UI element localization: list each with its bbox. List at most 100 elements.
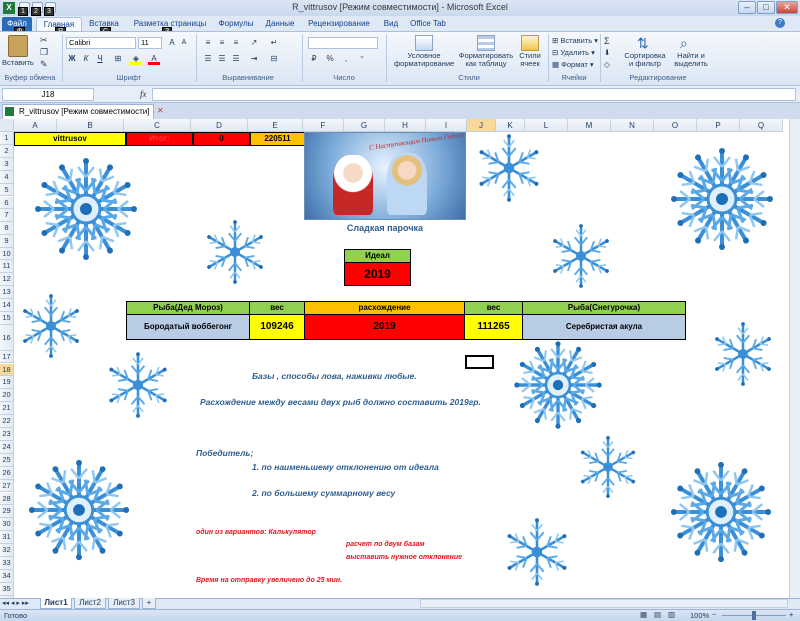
tab-data[interactable]: Данные <box>260 17 300 31</box>
column-header[interactable]: N <box>611 119 654 132</box>
align-center-icon[interactable]: ☰ <box>216 53 228 65</box>
minimize-button[interactable]: – <box>738 1 756 14</box>
ideal-label-cell[interactable]: Идеал <box>344 249 411 263</box>
delete-cells-button[interactable]: ⊟ Удалить ▾ <box>552 48 595 57</box>
underline-icon[interactable]: Ч <box>94 53 106 65</box>
paste-button[interactable]: Вставить <box>2 58 34 67</box>
row-header[interactable]: 33 <box>0 557 14 570</box>
sheet-tab-2[interactable]: Лист2 <box>74 598 106 609</box>
currency-icon[interactable]: ₽ <box>308 53 320 65</box>
bold-icon[interactable]: Ж <box>66 53 78 65</box>
ideal-value-cell[interactable]: 2019 <box>344 262 411 286</box>
format-cells-button[interactable]: ▦ Формат ▾ <box>552 60 594 69</box>
row-header[interactable]: 4 <box>0 170 14 184</box>
normal-view-icon[interactable]: ▦ <box>640 610 647 619</box>
tab-view[interactable]: Вид <box>378 17 404 31</box>
align-right-icon[interactable]: ☰ <box>230 53 242 65</box>
align-middle-icon[interactable]: ≡ <box>216 37 228 49</box>
copy-icon[interactable]: ❐ <box>40 47 48 58</box>
format-as-table-button[interactable]: Форматировать как таблицу <box>456 52 516 68</box>
binoculars-icon[interactable]: ⌕ <box>680 35 688 52</box>
align-bottom-icon[interactable]: ≡ <box>230 37 242 49</box>
format-painter-icon[interactable]: ✎ <box>40 59 48 70</box>
row-header[interactable]: 10 <box>0 248 14 261</box>
vertical-scrollbar[interactable] <box>789 119 800 599</box>
number-format-combo[interactable] <box>308 37 378 49</box>
zoom-level[interactable]: 100% <box>690 611 709 620</box>
row-header[interactable]: 15 <box>0 311 14 325</box>
cell-d1[interactable]: 0 <box>193 132 250 146</box>
sheet-tab-1[interactable]: Лист1 <box>40 598 72 609</box>
format-table-icon[interactable] <box>477 35 495 51</box>
row-header[interactable]: 25 <box>0 453 14 467</box>
sort-filter-icon[interactable]: ⇅ <box>637 35 649 52</box>
merge-icon[interactable]: ⊟ <box>268 53 280 65</box>
indent-icon[interactable]: ⇥ <box>248 53 260 65</box>
row-header[interactable]: 30 <box>0 518 14 532</box>
row-header[interactable]: 21 <box>0 402 14 416</box>
row-header[interactable]: 9 <box>0 235 14 249</box>
active-cell-j18[interactable] <box>465 355 494 369</box>
conditional-format-button[interactable]: Условное форматирование <box>394 52 454 68</box>
help-icon[interactable]: ? <box>775 18 785 28</box>
row-header[interactable]: 32 <box>0 544 14 557</box>
row-header[interactable]: 13 <box>0 285 14 299</box>
close-button[interactable]: ✕ <box>776 1 798 14</box>
sheet-tab-3[interactable]: Лист3 <box>108 598 140 609</box>
row-header[interactable]: 29 <box>0 505 14 519</box>
row-header[interactable]: 3 <box>0 157 14 171</box>
tab-formulas[interactable]: Формулы <box>212 17 260 31</box>
row-header[interactable]: 22 <box>0 415 14 428</box>
orientation-icon[interactable]: ↗ <box>248 37 260 49</box>
increase-font-icon[interactable]: A <box>166 37 178 49</box>
fx-icon[interactable]: fx <box>140 89 147 99</box>
header-difference[interactable]: расхождение <box>304 301 465 315</box>
horizontal-scrollbar[interactable] <box>420 599 788 608</box>
font-color-icon[interactable]: A <box>148 53 160 65</box>
column-header[interactable]: O <box>654 119 697 132</box>
column-header[interactable]: H <box>385 119 426 132</box>
row-header[interactable]: 23 <box>0 428 14 441</box>
row-header[interactable]: 12 <box>0 273 14 286</box>
tab-review[interactable]: Рецензирование <box>302 17 376 31</box>
column-header[interactable]: P <box>697 119 740 132</box>
tab-office-tab[interactable]: Office Tab <box>406 17 450 31</box>
column-header[interactable]: A <box>14 119 57 132</box>
row-header[interactable]: 20 <box>0 389 14 403</box>
column-header[interactable]: C <box>124 119 191 132</box>
italic-icon[interactable]: К <box>80 53 92 65</box>
find-select-button[interactable]: Найти и выделить <box>668 52 714 68</box>
row-header[interactable]: 7 <box>0 209 14 223</box>
column-header[interactable]: Q <box>740 119 783 132</box>
maximize-button[interactable]: □ <box>757 1 775 14</box>
new-sheet-icon[interactable]: + <box>142 598 156 609</box>
row-header[interactable]: 1 <box>0 132 14 145</box>
row-header[interactable]: 11 <box>0 260 14 273</box>
fill-icon[interactable]: ⬇ <box>604 48 610 57</box>
align-left-icon[interactable]: ☰ <box>202 53 214 65</box>
percent-icon[interactable]: % <box>324 53 336 65</box>
page-break-view-icon[interactable]: ▥ <box>668 610 675 619</box>
difference-cell[interactable]: 2019 <box>304 314 465 340</box>
font-name-combo[interactable]: Calibri <box>66 37 136 49</box>
decrease-font-icon[interactable]: A <box>178 37 190 49</box>
workbook-tab-close-icon[interactable]: ✕ <box>157 106 164 115</box>
column-header[interactable]: M <box>568 119 611 132</box>
column-header[interactable]: F <box>303 119 344 132</box>
column-header[interactable]: B <box>57 119 124 132</box>
row-header[interactable]: 18 <box>0 363 14 377</box>
zoom-in-icon[interactable]: + <box>789 610 793 619</box>
row-header[interactable]: 5 <box>0 183 14 197</box>
page-layout-view-icon[interactable]: ▤ <box>654 610 661 619</box>
row-header[interactable]: 2 <box>0 144 14 158</box>
clear-icon[interactable]: ◇ <box>604 60 610 69</box>
comma-icon[interactable]: , <box>340 53 352 65</box>
wrap-text-icon[interactable]: ↵ <box>268 37 280 49</box>
cell-a1[interactable]: vittrusov <box>14 132 126 146</box>
row-header[interactable]: 14 <box>0 298 14 312</box>
weight-left-cell[interactable]: 109246 <box>249 314 305 340</box>
formula-input[interactable] <box>152 88 796 101</box>
select-all-corner[interactable] <box>0 119 14 132</box>
row-header[interactable]: 19 <box>0 376 14 390</box>
align-top-icon[interactable]: ≡ <box>202 37 214 49</box>
